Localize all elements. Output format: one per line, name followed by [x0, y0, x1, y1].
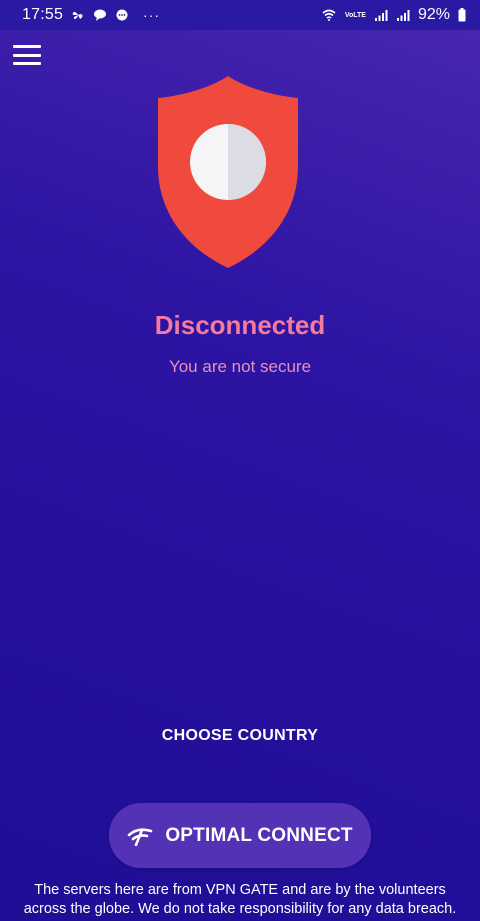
menu-line [13, 45, 41, 48]
message-icon [116, 9, 128, 21]
shield-graphic [158, 76, 298, 268]
chat-bubble-icon [94, 9, 107, 21]
vpn-home-screen: 17:55 ··· VoLTE 92% Disconnected You are… [0, 0, 480, 921]
connection-status-subtitle: You are not secure [168, 357, 312, 376]
battery-percent: 92% [417, 6, 450, 23]
disclaimer-text: The servers here are from VPN GATE and a… [0, 881, 480, 919]
hamburger-menu-icon[interactable] [12, 42, 42, 68]
disclaimer-line-1: The servers here are from VPN GATE and a… [34, 882, 446, 898]
shield-icon[interactable] [155, 74, 301, 270]
signal-icon [374, 10, 388, 21]
optimal-connect-button[interactable]: OPTIMAL CONNECT [109, 803, 371, 868]
menu-line [13, 53, 41, 57]
wifi-signal-icon [128, 827, 153, 846]
status-bar: 17:55 ··· VoLTE 92% [0, 0, 480, 30]
disclaimer-line-2: across the globe. We do not take respons… [23, 901, 457, 917]
choose-country-button[interactable]: CHOOSE COUNTRY [140, 727, 340, 745]
status-bar-right: VoLTE 92% [321, 6, 466, 24]
more-notifications-indicator: ··· [143, 7, 161, 23]
menu-line [13, 62, 41, 65]
wifi-icon [322, 9, 336, 21]
status-bar-left: 17:55 ··· [22, 6, 160, 24]
volte-label: VoLTE [344, 11, 366, 19]
fan-icon [72, 11, 83, 20]
status-time: 17:55 [22, 6, 64, 23]
optimal-connect-label: OPTIMAL CONNECT [165, 824, 353, 846]
connection-status-title: Disconnected [154, 310, 326, 340]
signal-icon [396, 10, 410, 21]
battery-icon [458, 8, 466, 22]
